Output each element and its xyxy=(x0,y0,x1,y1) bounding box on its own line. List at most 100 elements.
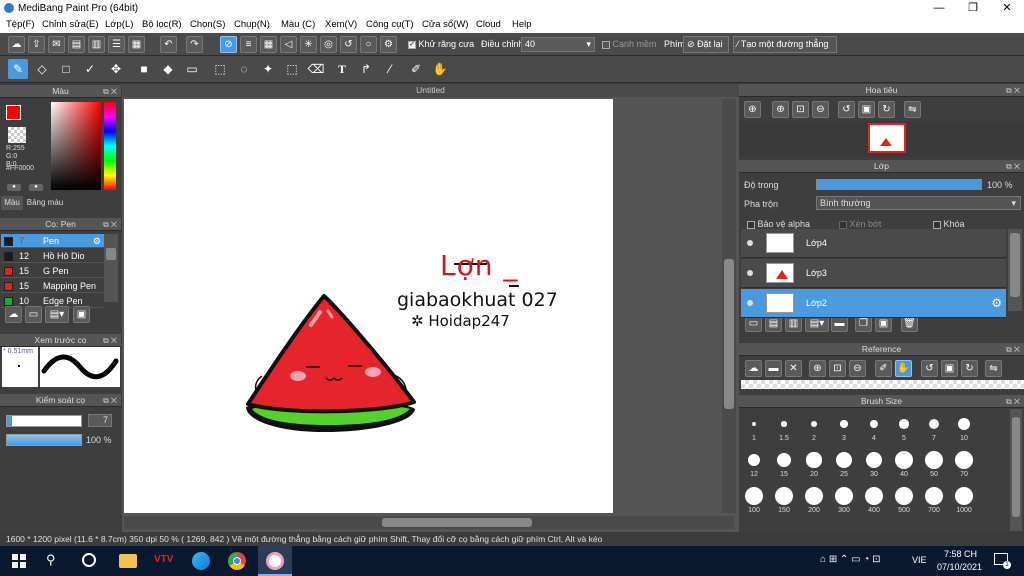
magic-wand-icon[interactable]: ✦ xyxy=(258,59,278,79)
brush-size-option[interactable]: 4 xyxy=(860,413,888,447)
brush-size-slider[interactable] xyxy=(6,415,82,427)
divide-tool-icon[interactable]: ⁄ xyxy=(380,59,400,79)
bucket-tool-icon[interactable]: ◆ xyxy=(158,59,178,79)
medibang-taskbar-button[interactable] xyxy=(258,546,292,576)
brush-size-option[interactable]: 700 xyxy=(920,485,948,519)
gradient-tool-icon[interactable]: ▭ xyxy=(182,59,202,79)
brush-item[interactable]: 15 Mapping Pen xyxy=(1,279,104,293)
menu-view[interactable]: Xem(V) xyxy=(325,19,357,30)
panel-close-icon[interactable]: ⧉ ✕ xyxy=(103,218,117,231)
text-tool-icon[interactable]: T xyxy=(332,59,352,79)
snap-off-icon[interactable]: ⊘ xyxy=(220,36,237,53)
cross-snap-icon[interactable]: ▦ xyxy=(260,36,277,53)
windows-start-icon[interactable] xyxy=(12,554,26,568)
brush-item[interactable]: 7 Pen ⚙ xyxy=(1,234,104,248)
brush-size-option[interactable]: 70 xyxy=(950,449,978,483)
operation-tool-icon[interactable]: ↱ xyxy=(356,59,376,79)
brush-size-option[interactable]: 50 xyxy=(920,449,948,483)
list-icon[interactable]: ☰ xyxy=(108,36,125,53)
menu-window[interactable]: Cửa sổ(W) xyxy=(422,19,468,30)
search-icon[interactable]: ⚲ xyxy=(46,552,56,568)
brush-settings-icon[interactable]: ▣ xyxy=(73,306,90,323)
drawing-canvas[interactable]: Lợn _ giabaokhuat 027 ✲ Hoidap247 xyxy=(124,99,613,513)
brush-item[interactable]: 12 Hồ Hô Dio xyxy=(1,249,104,263)
antialias-toggle[interactable]: ✓ Khử răng cưa xyxy=(408,39,474,49)
rotate-right-icon[interactable]: ↻ xyxy=(878,101,895,118)
brush-item[interactable]: 10 Edge Pen xyxy=(1,294,104,308)
clipping-checkbox[interactable]: Xén bớt xyxy=(839,219,881,229)
eyedropper-icon[interactable]: ✐ xyxy=(406,59,426,79)
brush-item[interactable]: 15 G Pen xyxy=(1,264,104,278)
create-line-button[interactable]: ⁄ Tạo một đường thẳng xyxy=(733,36,837,53)
fit-icon[interactable]: ⊡ xyxy=(792,101,809,118)
brush-menu-icon[interactable]: ▤▾ xyxy=(45,306,69,323)
tab-palette[interactable]: Bảng màu xyxy=(25,196,65,210)
close-reference-icon[interactable]: ✕ xyxy=(785,360,802,377)
brush-size-option[interactable]: 30 xyxy=(860,449,888,483)
gear-icon[interactable]: ⚙ xyxy=(93,234,101,248)
tab-color[interactable]: Màu xyxy=(1,196,23,210)
zoom-out-icon[interactable]: ⊖ xyxy=(849,360,866,377)
rotate-left-icon[interactable]: ↺ xyxy=(838,101,855,118)
canvas-vertical-scrollbar[interactable] xyxy=(722,99,736,513)
brush-size-option[interactable]: 1.5 xyxy=(770,413,798,447)
menu-file[interactable]: Tệp(F) xyxy=(6,19,35,30)
fill-square-icon[interactable]: ■ xyxy=(134,59,154,79)
parallel-snap-icon[interactable]: ≡ xyxy=(240,36,257,53)
rectangle-tool-icon[interactable]: □ xyxy=(56,59,76,79)
circle-snap-icon[interactable]: ◎ xyxy=(320,36,337,53)
brush-list-scrollbar[interactable] xyxy=(104,234,118,302)
task-view-icon[interactable] xyxy=(82,553,96,567)
hand-tool-icon[interactable]: ✋ xyxy=(895,360,912,377)
eye-icon[interactable] xyxy=(747,270,753,276)
chrome-browser-icon[interactable] xyxy=(228,552,246,570)
brush-size-option[interactable]: 150 xyxy=(770,485,798,519)
brush-size-option[interactable]: 500 xyxy=(890,485,918,519)
cloud-reference-icon[interactable]: ☁ xyxy=(745,360,762,377)
vtv-app-icon[interactable]: VTV xyxy=(154,554,173,565)
new-file-icon[interactable]: ▤ xyxy=(68,36,85,53)
brush-size-option[interactable]: 7 xyxy=(920,413,948,447)
hue-slider[interactable] xyxy=(104,102,116,190)
reference-canvas[interactable] xyxy=(741,380,1024,389)
brush-size-option[interactable]: 3 xyxy=(830,413,858,447)
actual-size-icon[interactable]: ▣ xyxy=(858,101,875,118)
brush-size-field[interactable]: 7 xyxy=(88,414,112,427)
menu-filter[interactable]: Bộ lọc(R) xyxy=(142,19,182,30)
primary-color-swatch[interactable] xyxy=(6,105,21,120)
flip-icon[interactable]: ⇋ xyxy=(985,360,1002,377)
zoom-in-icon[interactable]: ⊕ xyxy=(772,101,789,118)
gear-icon[interactable]: ⚙ xyxy=(991,296,1002,310)
curve-snap-icon[interactable]: ↺ xyxy=(340,36,357,53)
select-eraser-icon[interactable]: ⌫ xyxy=(306,59,326,79)
color-swap-toggle[interactable]: ● xyxy=(29,184,43,191)
zoom-out-icon[interactable]: ⊖ xyxy=(812,101,829,118)
brush-size-option[interactable]: 40 xyxy=(890,449,918,483)
language-indicator[interactable]: VIE xyxy=(912,555,927,565)
panel-close-icon[interactable]: ⧉ ✕ xyxy=(1006,84,1020,97)
rotate-right-icon[interactable]: ↻ xyxy=(961,360,978,377)
transparent-swatch[interactable] xyxy=(8,127,26,143)
brush-size-option[interactable]: 300 xyxy=(830,485,858,519)
close-button[interactable]: ✕ xyxy=(990,0,1024,17)
flip-icon[interactable]: ⇋ xyxy=(904,101,921,118)
layer-row[interactable]: Lớp3 xyxy=(741,259,1006,288)
cloud-brush-icon[interactable]: ☁ xyxy=(5,306,22,323)
color-sv-picker[interactable] xyxy=(51,102,101,190)
settings-icon[interactable]: ⚙ xyxy=(380,36,397,53)
brush-size-option[interactable]: 2 xyxy=(800,413,828,447)
fit-icon[interactable]: ⊡ xyxy=(829,360,846,377)
brush-size-option[interactable]: 5 xyxy=(890,413,918,447)
panel-close-icon[interactable]: ⧉ ✕ xyxy=(103,334,117,347)
menu-select[interactable]: Chọn(S) xyxy=(190,19,225,30)
protect-alpha-checkbox[interactable]: Bảo vệ alpha xyxy=(747,219,810,229)
brush-size-option[interactable]: 15 xyxy=(770,449,798,483)
brush-size-option[interactable]: 20 xyxy=(800,449,828,483)
brush-size-option[interactable]: 200 xyxy=(800,485,828,519)
eraser-tool-icon[interactable]: ◇ xyxy=(32,59,52,79)
layer-scrollbar[interactable] xyxy=(1008,229,1022,311)
blend-mode-dropdown[interactable]: Bình thường ▾ xyxy=(816,196,1021,210)
new-brush-icon[interactable]: ▭ xyxy=(25,306,42,323)
layer-row[interactable]: Lớp4 xyxy=(741,229,1006,258)
lock-checkbox[interactable]: Khóa xyxy=(933,219,965,229)
